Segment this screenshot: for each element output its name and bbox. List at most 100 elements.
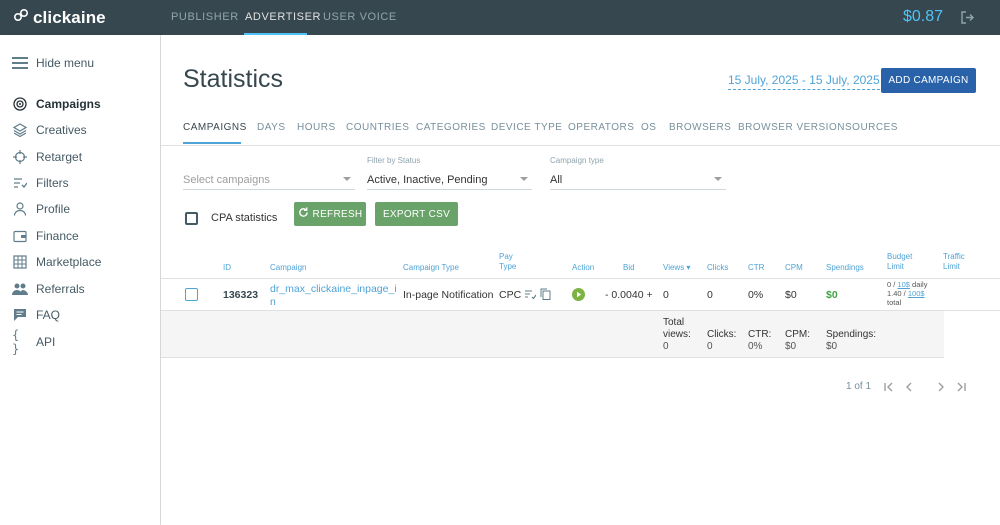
sidebar-item-faq[interactable]: FAQ [12, 307, 60, 323]
total-ctr: CTR: 0% [748, 329, 771, 353]
sidebar-item-filters[interactable]: Filters [12, 175, 69, 191]
budget-daily-pre: 0 / [887, 280, 898, 289]
status-filter-select[interactable]: Filter by Status Active, Inactive, Pendi… [367, 156, 532, 190]
tab-browsers[interactable]: BROWSERS [669, 122, 731, 133]
column-header-bid[interactable]: Bid [623, 263, 635, 273]
refresh-button[interactable]: REFRESH [294, 202, 366, 226]
sidebar-item-label: Profile [36, 202, 71, 216]
row-select-checkbox[interactable] [185, 288, 198, 301]
date-range-picker[interactable]: 15 July, 2025 - 15 July, 2025 [728, 73, 880, 90]
total-ctr-label: CTR: [748, 329, 772, 340]
column-header-campaign[interactable]: Campaign [270, 263, 306, 273]
column-header-pay-type[interactable]: Pay Type [499, 252, 516, 272]
top-bar: clickaine PUBLISHER ADVERTISER USER VOIC… [0, 0, 1000, 35]
prev-page-icon[interactable] [903, 381, 915, 396]
sidebar-item-profile[interactable]: Profile [12, 201, 70, 217]
nav-publisher[interactable]: PUBLISHER [171, 0, 239, 35]
balance: $0.87 [902, 8, 943, 25]
budget-limit-cell: 0 / 10$ daily 1.40 / 100$ total [887, 280, 927, 307]
chevron-down-icon [714, 177, 722, 181]
sidebar-item-finance[interactable]: Finance [12, 228, 79, 244]
nav-advertiser[interactable]: ADVERTISER [245, 0, 321, 35]
totals-row: Total views: 0 Clicks: 0 CTR: 0% CPM: $0… [161, 311, 944, 358]
row-id: 136323 [223, 289, 259, 301]
status-filter-label: Filter by Status [367, 156, 421, 165]
campaigns-select[interactable]: Select campaigns [183, 172, 355, 190]
sidebar-item-marketplace[interactable]: Marketplace [12, 254, 101, 270]
refresh-icon [298, 207, 309, 221]
row-campaign-type: In-page Notification [403, 289, 494, 301]
column-header-budget-limit[interactable]: Budget Limit [887, 252, 912, 272]
hide-menu-label: Hide menu [36, 56, 95, 70]
copy-icon[interactable] [540, 288, 551, 303]
last-page-icon[interactable] [955, 381, 967, 396]
sidebar-item-creatives[interactable]: Creatives [12, 122, 87, 138]
tab-countries[interactable]: COUNTRIES [346, 122, 409, 133]
pay-type-edit-icon[interactable] [525, 289, 537, 302]
sidebar-item-campaigns[interactable]: Campaigns [12, 96, 101, 112]
tab-days[interactable]: DAYS [257, 122, 286, 133]
column-header-traffic-limit[interactable]: Traffic Limit [943, 252, 965, 272]
sidebar-item-label: FAQ [36, 308, 61, 322]
next-page-icon[interactable] [935, 381, 947, 396]
column-header-traffic-line2: Limit [943, 262, 960, 271]
column-header-clicks[interactable]: Clicks [707, 263, 728, 273]
bid-stepper[interactable]: - 0.0040 + [605, 289, 653, 301]
total-spendings: Spendings: $0 [826, 329, 876, 353]
cpa-statistics-label: CPA statistics [211, 212, 278, 224]
budget-daily-link[interactable]: 10$ [897, 280, 910, 289]
column-header-campaign-type[interactable]: Campaign Type [403, 263, 459, 273]
sidebar: Hide menu Campaigns Creatives Retarget F… [0, 35, 160, 525]
column-header-budget-line1: Budget [887, 252, 913, 261]
column-header-action[interactable]: Action [572, 263, 594, 273]
hide-menu-button[interactable]: Hide menu [12, 55, 94, 71]
tab-browser-version[interactable]: BROWSER VERSION [738, 122, 845, 133]
tab-device-type[interactable]: DEVICE TYPE [491, 122, 562, 133]
layers-icon [12, 122, 28, 138]
tab-os[interactable]: OS [641, 122, 656, 133]
sidebar-item-label: Retarget [36, 150, 83, 164]
campaign-type-select[interactable]: Campaign type All [550, 156, 726, 190]
nav-user-voice[interactable]: USER VOICE [323, 0, 397, 35]
budget-total-pre: 1.40 / [887, 289, 908, 298]
sidebar-item-referrals[interactable]: Referrals [12, 281, 85, 297]
column-header-cpm[interactable]: CPM [785, 263, 803, 273]
sidebar-item-label: API [36, 335, 56, 349]
active-tab-indicator [183, 142, 241, 144]
chat-icon [12, 307, 28, 323]
sidebar-item-api[interactable]: { } API [12, 328, 56, 356]
column-header-spendings[interactable]: Spendings [826, 263, 864, 273]
budget-total-link[interactable]: 100$ [908, 289, 925, 298]
chevron-down-icon [520, 177, 528, 181]
first-page-icon[interactable] [883, 381, 895, 396]
add-campaign-button[interactable]: ADD CAMPAIGN [881, 68, 976, 93]
hamburger-icon [12, 55, 28, 71]
column-header-traffic-line1: Traffic [943, 252, 965, 261]
play-icon[interactable] [572, 288, 585, 304]
tab-categories[interactable]: CATEGORIES [416, 122, 486, 133]
tabs-divider [161, 145, 1000, 146]
filter-list-icon [12, 175, 28, 191]
tab-sources[interactable]: SOURCES [845, 122, 898, 133]
column-header-id[interactable]: ID [223, 263, 231, 273]
logout-icon[interactable] [960, 10, 975, 30]
export-csv-button[interactable]: EXPORT CSV [375, 202, 458, 226]
column-header-ctr[interactable]: CTR [748, 263, 764, 273]
tab-operators[interactable]: OPERATORS [568, 122, 634, 133]
campaign-name-link[interactable]: dr_max_clickaine_inpage_i n [270, 283, 397, 309]
grid-icon [12, 254, 28, 270]
status-filter-value: Active, Inactive, Pending [367, 174, 488, 186]
total-clicks-label: Clicks: [707, 329, 737, 340]
tab-hours[interactable]: HOURS [297, 122, 336, 133]
page-title: Statistics [183, 65, 284, 93]
row-clicks: 0 [707, 289, 713, 301]
logo[interactable]: clickaine [13, 7, 106, 28]
cpa-statistics-checkbox[interactable] [185, 212, 198, 225]
row-cpm: $0 [785, 289, 797, 301]
person-icon [12, 201, 28, 217]
sidebar-item-label: Marketplace [36, 255, 102, 269]
budget-daily-post: daily [909, 280, 928, 289]
column-header-views[interactable]: Views ▾ [663, 263, 690, 273]
tab-campaigns[interactable]: CAMPAIGNS [183, 122, 247, 133]
sidebar-item-retarget[interactable]: Retarget [12, 149, 82, 165]
